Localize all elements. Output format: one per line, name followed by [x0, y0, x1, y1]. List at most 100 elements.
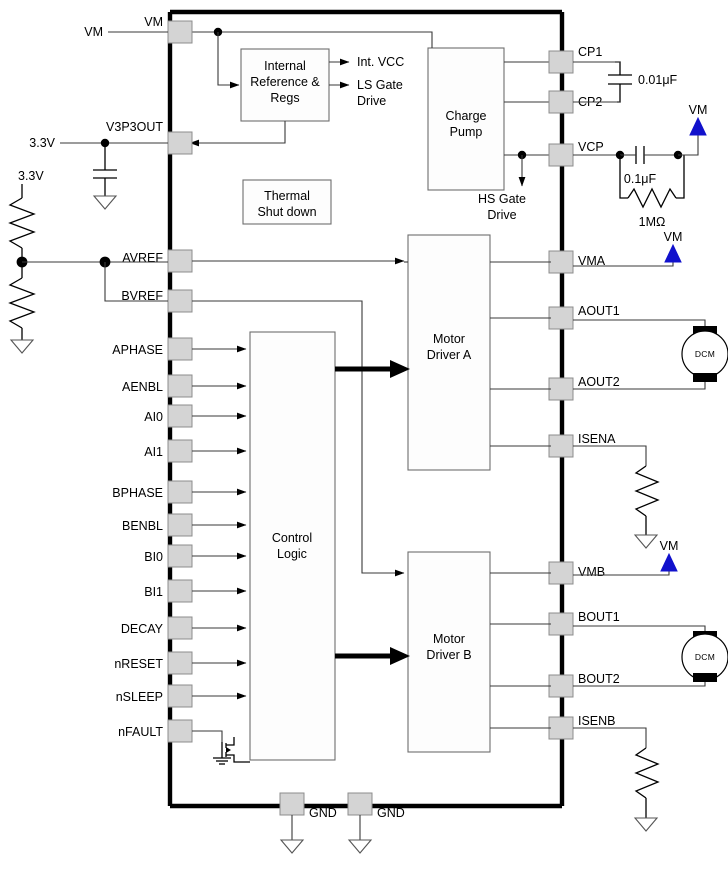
pin-bout1[interactable]: BOUT1: [548, 610, 620, 636]
pin-label-vm: VM: [144, 15, 163, 29]
pin-ai0[interactable]: AI0: [144, 404, 193, 428]
external-vm-label-vmb: VM: [660, 539, 679, 553]
external-isenb-resistor: [573, 727, 660, 832]
pin-label-decay: DECAY: [121, 622, 164, 636]
pin-bout2[interactable]: BOUT2: [548, 672, 620, 698]
external-isena-resistor: [573, 445, 660, 549]
external-v3p3out-cap: 3.3V: [29, 136, 168, 210]
pin-box-nsleep[interactable]: [167, 684, 193, 708]
pin-box-aenbl[interactable]: [167, 374, 193, 398]
ground-symbol-isenb: [633, 817, 659, 832]
pin-cp1[interactable]: CP1: [548, 45, 602, 74]
pin-box-vma[interactable]: [548, 250, 574, 274]
pin-vcp[interactable]: VCP: [548, 140, 604, 167]
int-vcc-label: Int. VCC: [357, 55, 404, 69]
pin-avref[interactable]: AVREF: [122, 249, 193, 273]
motor-driver-b-line-2: Driver B: [426, 648, 471, 662]
pin-bi1[interactable]: BI1: [144, 579, 193, 603]
pin-label-nfault: nFAULT: [118, 725, 163, 739]
pin-box-decay[interactable]: [167, 616, 193, 640]
pin-nreset[interactable]: nRESET: [114, 651, 193, 675]
thermal-shutdown-line-1: Thermal: [264, 189, 310, 203]
motor-driver-a-block: Motor Driver A: [407, 234, 491, 471]
external-3v3-node-label: 3.3V: [29, 136, 55, 150]
pin-isena[interactable]: ISENA: [548, 432, 616, 458]
pin-label-aout1: AOUT1: [578, 304, 620, 318]
pin-box-nreset[interactable]: [167, 651, 193, 675]
hs-gate-drive-line-2: Drive: [487, 208, 516, 222]
pin-box-nfault[interactable]: [167, 719, 193, 743]
pin-label-bout2: BOUT2: [578, 672, 620, 686]
motor-a-label: DCM: [695, 349, 715, 359]
pin-box-aphase[interactable]: [167, 337, 193, 361]
pin-box-avref[interactable]: [167, 249, 193, 273]
pin-box-bvref[interactable]: [167, 289, 193, 313]
pin-box-bphase[interactable]: [167, 480, 193, 504]
pin-box-ai0[interactable]: [167, 404, 193, 428]
pin-box-gnd-1[interactable]: [279, 792, 305, 816]
control-logic-block: Control Logic: [249, 331, 336, 761]
thermal-shutdown-line-2: Shut down: [257, 205, 316, 219]
pin-box-bi0[interactable]: [167, 544, 193, 568]
pin-decay[interactable]: DECAY: [121, 616, 193, 640]
pin-box-ai1[interactable]: [167, 439, 193, 463]
pin-aphase[interactable]: APHASE: [112, 337, 193, 361]
pin-aenbl[interactable]: AENBL: [122, 374, 193, 398]
pin-aout2[interactable]: AOUT2: [548, 375, 620, 401]
pin-box-isenb[interactable]: [548, 716, 574, 740]
pin-label-vmb: VMB: [578, 565, 605, 579]
pin-v3p3out[interactable]: V3P3OUT: [106, 120, 193, 155]
pin-box-vm[interactable]: [167, 20, 193, 44]
pin-label-nsleep: nSLEEP: [116, 690, 163, 704]
driver-b-pin-wires: [490, 572, 551, 729]
charge-pump-wiring: [504, 61, 549, 187]
pin-vmb[interactable]: VMB: [548, 561, 605, 585]
pin-box-isena[interactable]: [548, 434, 574, 458]
pin-box-aout1[interactable]: [548, 306, 574, 330]
charge-pump-block: Charge Pump: [427, 47, 505, 191]
external-divider-supply-label: 3.3V: [18, 169, 44, 183]
external-vm-label-vcp: VM: [689, 103, 708, 117]
pin-label-isenb: ISENB: [578, 714, 616, 728]
control-logic-input-arrows: [192, 345, 247, 700]
pin-gnd-1[interactable]: GND: [279, 792, 337, 854]
pin-bphase[interactable]: BPHASE: [112, 480, 193, 504]
motor-driver-a-line-2: Driver A: [427, 348, 472, 362]
pin-ai1[interactable]: AI1: [144, 439, 193, 463]
pin-aout1[interactable]: AOUT1: [548, 304, 620, 330]
ground-symbol-gnd-2: [347, 839, 373, 854]
pin-box-bout1[interactable]: [548, 612, 574, 636]
pin-box-vcp[interactable]: [548, 143, 574, 167]
pin-label-ai0: AI0: [144, 410, 163, 424]
pin-box-bout2[interactable]: [548, 674, 574, 698]
pin-isenb[interactable]: ISENB: [548, 714, 616, 740]
pin-label-ai1: AI1: [144, 445, 163, 459]
pin-gnd-2[interactable]: GND: [347, 792, 405, 854]
ls-gate-drive-line-2: Drive: [357, 94, 386, 108]
internal-reference-regs-block: Internal Reference & Regs: [240, 48, 330, 122]
pin-box-gnd-2[interactable]: [347, 792, 373, 816]
nfault-open-drain-transistor: [192, 730, 250, 765]
ground-symbol-v3p3out: [92, 195, 118, 210]
pin-nfault[interactable]: nFAULT: [118, 719, 193, 743]
control-to-driver-a-bus: [335, 360, 410, 378]
pin-label-gnd-1: GND: [309, 806, 337, 820]
pin-label-nreset: nRESET: [114, 657, 163, 671]
thermal-shutdown-block: Thermal Shut down: [242, 179, 332, 225]
pin-vma[interactable]: VMA: [548, 250, 606, 274]
pin-label-bi1: BI1: [144, 585, 163, 599]
pin-label-avref: AVREF: [122, 251, 163, 265]
pin-box-cp1[interactable]: [548, 50, 574, 74]
pin-box-cp2[interactable]: [548, 90, 574, 114]
pin-label-benbl: BENBL: [122, 519, 163, 533]
pin-box-bi1[interactable]: [167, 579, 193, 603]
pin-box-aout2[interactable]: [548, 377, 574, 401]
pin-bi0[interactable]: BI0: [144, 544, 193, 568]
pin-benbl[interactable]: BENBL: [122, 513, 193, 537]
pin-box-benbl[interactable]: [167, 513, 193, 537]
pin-label-isena: ISENA: [578, 432, 616, 446]
control-to-driver-b-bus: [335, 647, 410, 665]
pin-nsleep[interactable]: nSLEEP: [116, 684, 193, 708]
pin-box-v3p3out[interactable]: [167, 131, 193, 155]
pin-box-vmb[interactable]: [548, 561, 574, 585]
